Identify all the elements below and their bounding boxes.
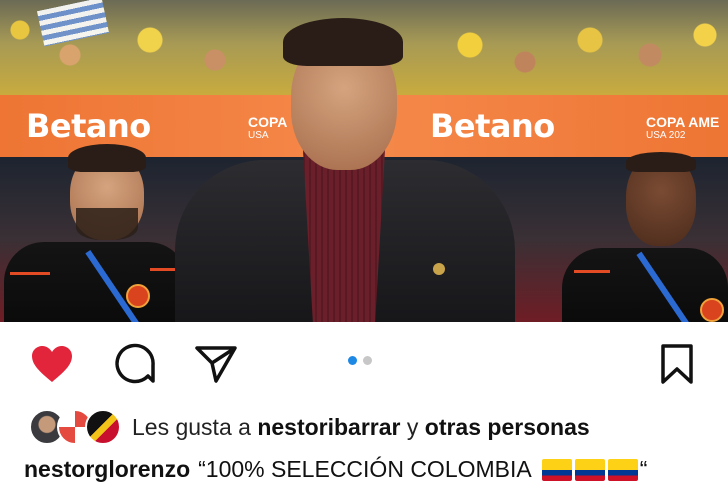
- likes-others-link[interactable]: otras personas: [425, 414, 590, 440]
- share-button[interactable]: [193, 343, 239, 385]
- coach-center: [175, 10, 515, 322]
- avatar: [85, 409, 121, 445]
- jersey-stripe: [574, 270, 610, 273]
- carousel-indicator: [348, 356, 372, 365]
- save-button[interactable]: [656, 341, 698, 387]
- player-hair: [68, 144, 146, 172]
- colombia-flag-emoji: [607, 458, 638, 481]
- caption-flags: [541, 458, 638, 481]
- liker-username[interactable]: nestoribarrar: [257, 414, 400, 440]
- player-left: [0, 142, 190, 322]
- player-hair: [626, 152, 696, 172]
- banner-event-text: COPA AME USA 202: [646, 114, 720, 141]
- coach-hair: [283, 18, 403, 66]
- carousel-dot-active: [348, 356, 357, 365]
- liker-avatars[interactable]: [29, 409, 121, 447]
- likes-prefix: Les gusta a: [132, 414, 251, 440]
- carousel-dot: [363, 356, 372, 365]
- player-beard: [76, 208, 138, 240]
- jersey: [4, 242, 188, 322]
- team-crest: [700, 298, 724, 322]
- colombia-flag-emoji: [574, 458, 605, 481]
- player-right: [560, 152, 728, 322]
- heart-icon: [32, 346, 72, 382]
- comment-icon: [115, 343, 155, 384]
- like-button[interactable]: [28, 342, 76, 386]
- jersey-stripe: [10, 272, 50, 275]
- send-icon: [195, 346, 237, 383]
- likes-summary[interactable]: Les gusta a nestoribarrar y otras person…: [132, 414, 590, 441]
- caption-username[interactable]: nestorglorenzo: [24, 456, 190, 483]
- caption-closing-quote: “: [639, 456, 648, 482]
- team-crest: [126, 284, 150, 308]
- post-caption: nestorglorenzo “100% SELECCIÓN COLOMBIA …: [24, 456, 647, 483]
- lapel-pin: [433, 263, 445, 275]
- comment-button[interactable]: [111, 342, 159, 388]
- bookmark-icon: [661, 344, 693, 384]
- colombia-flag-emoji: [541, 458, 572, 481]
- post-image[interactable]: Betano COPA USA Betano COPA AME USA 202: [0, 0, 728, 322]
- coach-shirt: [303, 150, 385, 322]
- caption-text: “100% SELECCIÓN COLOMBIA: [198, 456, 532, 482]
- banner-brand-text: Betano: [26, 107, 151, 145]
- likes-connector: y: [406, 414, 419, 440]
